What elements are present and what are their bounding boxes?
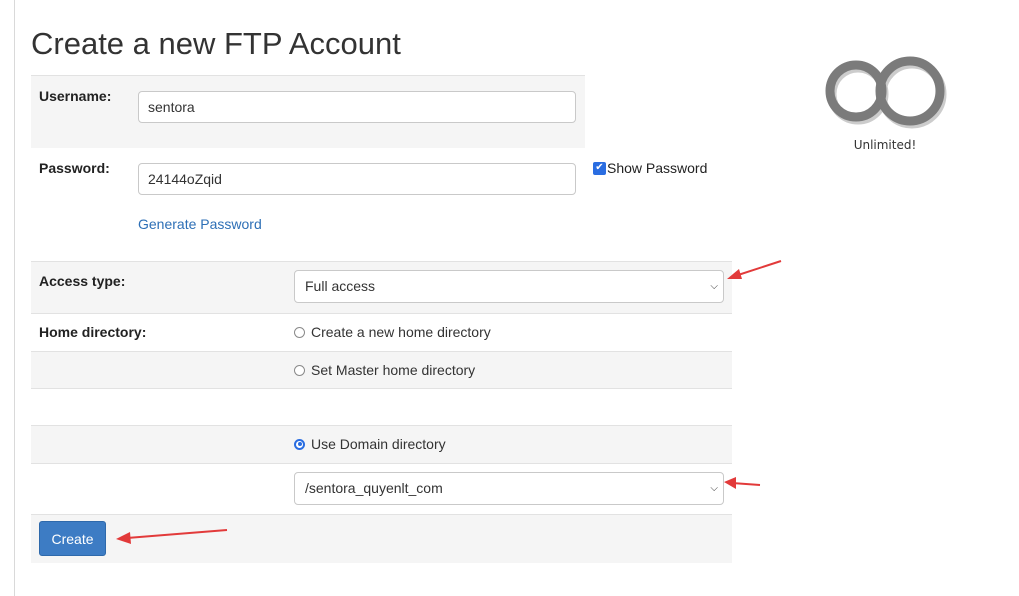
generate-password-link[interactable]: Generate Password — [138, 216, 262, 232]
access-type-value: Full access — [305, 278, 376, 294]
radio-button-selected[interactable] — [294, 438, 305, 450]
red-arrow-icon — [727, 260, 782, 279]
radio-set-master-directory[interactable]: Set Master home directory — [294, 362, 475, 378]
chevron-down-icon: ⌵ — [710, 483, 718, 494]
home-directory-row: Home directory: Create a new home direct… — [31, 313, 732, 351]
master-directory-row: Set Master home directory — [31, 351, 732, 388]
access-type-select[interactable]: Full access ⌵ — [294, 270, 724, 303]
infinity-icon — [825, 56, 947, 129]
username-row: Username: — [31, 75, 585, 148]
access-type-row: Access type: Full access ⌵ — [31, 261, 732, 313]
spacer-row — [31, 388, 732, 425]
show-password-toggle[interactable]: ✔ Show Password — [593, 160, 707, 176]
radio-create-home-directory[interactable]: Create a new home directory — [294, 324, 491, 340]
radio-use-domain-directory[interactable]: Use Domain directory — [294, 436, 446, 452]
access-type-label: Access type: — [39, 273, 126, 289]
red-arrow-icon — [724, 477, 761, 489]
username-label: Username: — [39, 88, 112, 104]
red-arrow-icon — [116, 529, 228, 544]
domain-directory-select-row: /sentora_quyenlt_com ⌵ — [31, 463, 732, 514]
radio-button[interactable] — [294, 364, 305, 376]
show-password-label: Show Password — [607, 160, 708, 176]
quota-caption: Unlimited! — [853, 138, 917, 152]
domain-directory-option-row: Use Domain directory — [31, 425, 732, 463]
username-input[interactable] — [138, 91, 576, 123]
radio-button[interactable] — [294, 326, 305, 338]
password-label: Password: — [39, 160, 110, 176]
radio-label: Use Domain directory — [311, 436, 446, 452]
radio-label: Create a new home directory — [311, 324, 491, 340]
password-input[interactable] — [138, 163, 576, 195]
domain-directory-value: /sentora_quyenlt_com — [305, 480, 443, 496]
page-title: Create a new FTP Account — [31, 26, 401, 61]
create-button[interactable]: Create — [39, 521, 106, 556]
chevron-down-icon: ⌵ — [710, 281, 718, 292]
radio-label: Set Master home directory — [311, 362, 476, 378]
page-left-border — [14, 0, 15, 596]
checkmark-icon[interactable]: ✔ — [593, 161, 606, 175]
domain-directory-select[interactable]: /sentora_quyenlt_com ⌵ — [294, 472, 724, 505]
home-directory-label: Home directory: — [39, 324, 147, 340]
